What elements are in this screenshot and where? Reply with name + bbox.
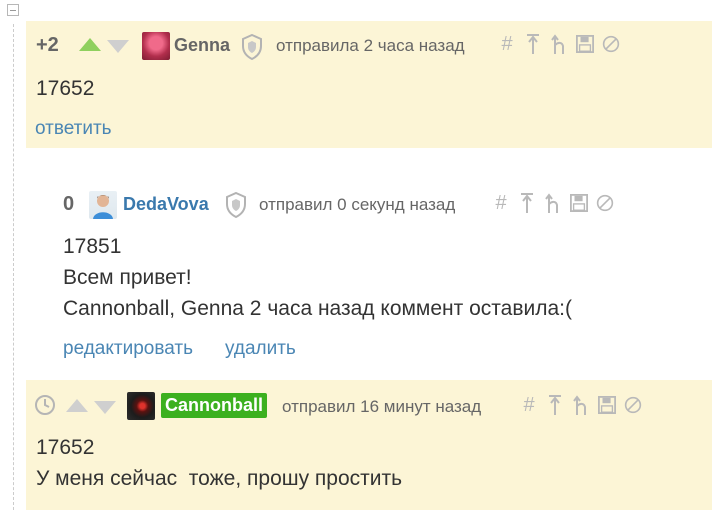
go-to-parent-icon[interactable] — [544, 192, 562, 214]
save-icon[interactable] — [598, 394, 616, 416]
comment-body-line: Всем привет! — [63, 266, 192, 289]
comment-dedavova: 0 DedaVova отправил 0 секунд назад # 178… — [40, 160, 712, 376]
comment-body-line: 17851 — [63, 235, 122, 258]
save-icon[interactable] — [576, 33, 594, 55]
comment-body-line: 17652 — [36, 436, 95, 459]
go-to-top-icon[interactable] — [518, 192, 536, 214]
username-link[interactable]: Genna — [174, 35, 230, 56]
rating-value: 0 — [63, 193, 75, 215]
block-icon[interactable] — [624, 394, 642, 416]
avatar-person-icon — [93, 195, 113, 219]
comment-meta: отправила 2 часа назад — [276, 36, 465, 55]
comment-meta: отправил 0 секунд назад — [259, 195, 456, 214]
go-to-parent-icon[interactable] — [572, 394, 590, 416]
avatar[interactable] — [142, 32, 170, 60]
hash-link-icon[interactable]: # — [492, 192, 510, 214]
shield-icon — [242, 34, 262, 60]
comment-body-line: Cannonball, Genna 2 часа назад коммент о… — [63, 297, 572, 320]
comment-genna: +2 Genna отправила 2 часа назад # 17652 … — [26, 21, 712, 148]
downvote-arrow-icon[interactable] — [107, 40, 129, 53]
hash-link-icon[interactable]: # — [498, 33, 516, 55]
comment-tools: # — [520, 394, 642, 416]
comment-body-line: 17652 — [36, 77, 95, 100]
save-icon[interactable] — [570, 192, 588, 214]
upvote-arrow-icon[interactable] — [79, 38, 101, 51]
comment-tools: # — [492, 192, 614, 214]
collapse-thread-button[interactable] — [7, 4, 19, 16]
upvote-arrow-icon[interactable] — [66, 399, 88, 412]
comment-meta: отправил 16 минут назад — [282, 397, 482, 416]
go-to-parent-icon[interactable] — [550, 33, 568, 55]
reply-link[interactable]: ответить — [35, 118, 112, 140]
shield-icon — [226, 192, 246, 218]
username-link[interactable]: Cannonball — [161, 393, 267, 418]
go-to-top-icon[interactable] — [524, 33, 542, 55]
go-to-top-icon[interactable] — [546, 394, 564, 416]
thread-line — [13, 24, 14, 510]
comment-tools: # — [498, 33, 620, 55]
delete-link[interactable]: удалить — [225, 338, 296, 360]
clock-icon — [35, 395, 55, 415]
block-icon[interactable] — [602, 33, 620, 55]
comment-cannonball: Cannonball отправил 16 минут назад # 176… — [26, 380, 712, 510]
comment-body-line: У меня сейчас тоже, прошу простить — [36, 467, 403, 490]
downvote-arrow-icon[interactable] — [94, 401, 116, 414]
username-link[interactable]: DedaVova — [123, 194, 209, 215]
avatar[interactable] — [89, 191, 117, 219]
edit-link[interactable]: редактировать — [63, 338, 193, 360]
avatar[interactable] — [127, 392, 155, 420]
rating-value: +2 — [36, 34, 59, 56]
hash-link-icon[interactable]: # — [520, 394, 538, 416]
block-icon[interactable] — [596, 192, 614, 214]
